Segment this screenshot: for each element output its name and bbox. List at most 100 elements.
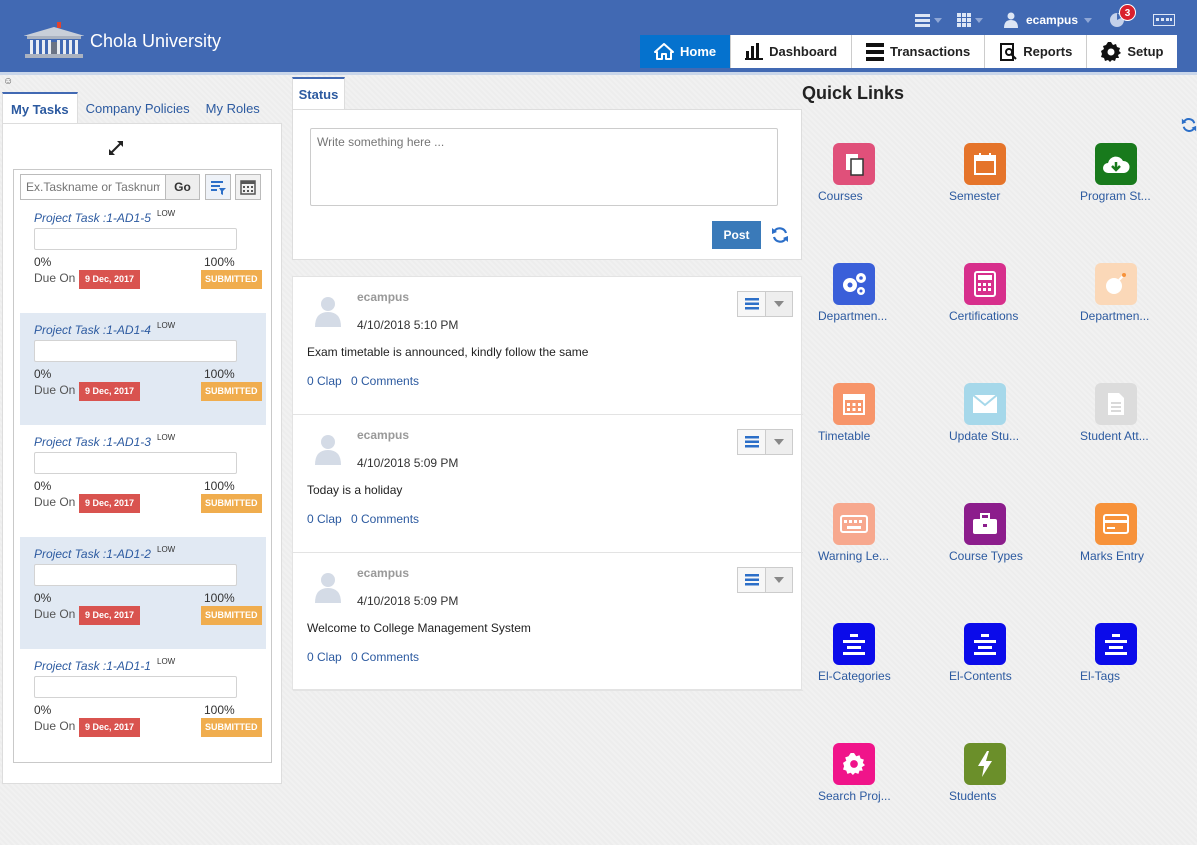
refresh-icon[interactable] [1181,116,1197,134]
quick-link-departmen[interactable]: Departmen... [818,263,938,343]
tab-reports[interactable]: Reports [985,35,1088,68]
post-button[interactable]: Post [712,221,761,249]
tab-status[interactable]: Status [292,77,345,109]
calendar-grid-icon [833,383,875,425]
quick-link-el-categories[interactable]: El-Categories [818,623,938,703]
progress-min: 0% [34,367,52,381]
quick-link-label: Semester [949,189,1001,203]
envelope-icon [964,383,1006,425]
quick-link-update-stu[interactable]: Update Stu... [949,383,1069,463]
left-tabs: My Tasks Company Policies My Roles [2,92,268,124]
quick-link-certifications[interactable]: Certifications [949,263,1069,343]
progress-max: 100% [204,703,235,717]
tab-transactions[interactable]: Transactions [852,35,986,68]
task-title[interactable]: Project Task :1-AD1-5 [34,211,151,225]
quick-link-course-types[interactable]: Course Types [949,503,1069,583]
task-title[interactable]: Project Task :1-AD1-1 [34,659,151,673]
task-item[interactable]: Project Task :1-AD1-2 LOW 0% 100% Due On… [20,537,266,649]
top-toolbar: ecampus 3 [797,4,1197,32]
card-icon [1095,503,1137,545]
progress-bar [34,340,237,362]
quick-link-marks-entry[interactable]: Marks Entry [1080,503,1197,583]
post-text: Today is a holiday [307,483,403,497]
task-item[interactable]: Project Task :1-AD1-5 LOW 0% 100% Due On… [20,201,266,313]
comments-link[interactable]: 0 Comments [351,650,419,664]
user-icon [1004,12,1018,28]
quick-link-departmen[interactable]: Departmen... [1080,263,1197,343]
due-label: Due On [34,719,76,733]
feed-post: ecampus 4/10/2018 5:10 PM Exam timetable… [293,277,803,415]
quick-link-student-att[interactable]: Student Att... [1080,383,1197,463]
post-menu-button[interactable] [737,567,793,593]
task-item[interactable]: Project Task :1-AD1-3 LOW 0% 100% Due On… [20,425,266,537]
tab-label: Home [680,44,717,59]
quick-link-label: Student Att... [1080,429,1149,443]
progress-max: 100% [204,367,235,381]
post-author: ecampus [357,566,410,580]
clap-link[interactable]: 0 Clap [307,650,342,664]
priority-label: LOW [157,321,176,330]
quick-link-semester[interactable]: Semester [949,143,1069,223]
post-menu-button[interactable] [737,291,793,317]
chevron-down-icon [1084,17,1093,23]
home-icon [654,43,674,60]
main-nav: Home Dashboard Transactions Reports Setu… [640,35,1178,68]
tab-my-tasks[interactable]: My Tasks [2,92,78,124]
quick-link-students[interactable]: Students [949,743,1069,823]
tab-label: Dashboard [769,44,838,59]
clap-link[interactable]: 0 Clap [307,512,342,526]
tab-my-roles[interactable]: My Roles [198,92,268,124]
tab-company-policies[interactable]: Company Policies [78,92,198,124]
progress-min: 0% [34,591,52,605]
user-menu-button[interactable]: ecampus [1004,8,1093,32]
task-item[interactable]: Project Task :1-AD1-1 LOW 0% 100% Due On… [20,649,266,761]
quick-link-label: El-Categories [818,669,891,683]
refresh-icon[interactable] [771,226,789,244]
tab-dashboard[interactable]: Dashboard [731,35,853,68]
apps-menu-button[interactable] [957,8,983,32]
tab-setup[interactable]: Setup [1087,35,1178,68]
filter-icon [211,181,226,195]
quick-link-program-st[interactable]: Program St... [1080,143,1197,223]
list-icon [744,298,759,310]
status-input[interactable] [310,128,778,206]
comments-link[interactable]: 0 Comments [351,512,419,526]
quick-link-courses[interactable]: Courses [818,143,938,223]
chevron-down-icon [975,17,983,23]
list-menu-button[interactable] [915,8,942,32]
quick-link-el-contents[interactable]: El-Contents [949,623,1069,703]
quick-link-label: Warning Le... [818,549,889,563]
university-logo-icon [24,22,84,58]
calculator-icon [964,263,1006,305]
post-menu-button[interactable] [737,429,793,455]
clap-link[interactable]: 0 Clap [307,374,342,388]
collapse-icon[interactable]: ☺ [3,76,13,87]
quick-link-label: Marks Entry [1080,549,1145,563]
task-item[interactable]: Project Task :1-AD1-4 LOW 0% 100% Due On… [20,313,266,425]
tab-home[interactable]: Home [640,35,732,68]
calendar-button[interactable] [235,174,261,200]
filter-button[interactable] [205,174,231,200]
quick-link-timetable[interactable]: Timetable [818,383,938,463]
quick-link-el-tags[interactable]: El-Tags [1080,623,1197,703]
post-author: ecampus [357,290,410,304]
quick-link-warning-le[interactable]: Warning Le... [818,503,938,583]
keyboard-shortcut-button[interactable] [1153,8,1175,32]
tab-label: Reports [1023,44,1073,59]
stack-icon [866,42,885,61]
task-title[interactable]: Project Task :1-AD1-4 [34,323,151,337]
quick-link-label: Departmen... [818,309,888,323]
task-search-input[interactable] [20,174,166,200]
priority-label: LOW [157,433,176,442]
app-header: Chola University ecampus 3 Home Dashboar… [0,0,1197,75]
chevron-down-icon [774,301,784,307]
quick-link-search-proj[interactable]: Search Proj... [818,743,938,823]
expand-icon[interactable] [109,141,123,155]
notifications-button[interactable]: 3 [1108,4,1136,32]
bomb-icon [1095,263,1137,305]
report-icon [1000,42,1017,61]
go-button[interactable]: Go [166,174,200,200]
task-title[interactable]: Project Task :1-AD1-2 [34,547,151,561]
comments-link[interactable]: 0 Comments [351,374,419,388]
task-title[interactable]: Project Task :1-AD1-3 [34,435,151,449]
